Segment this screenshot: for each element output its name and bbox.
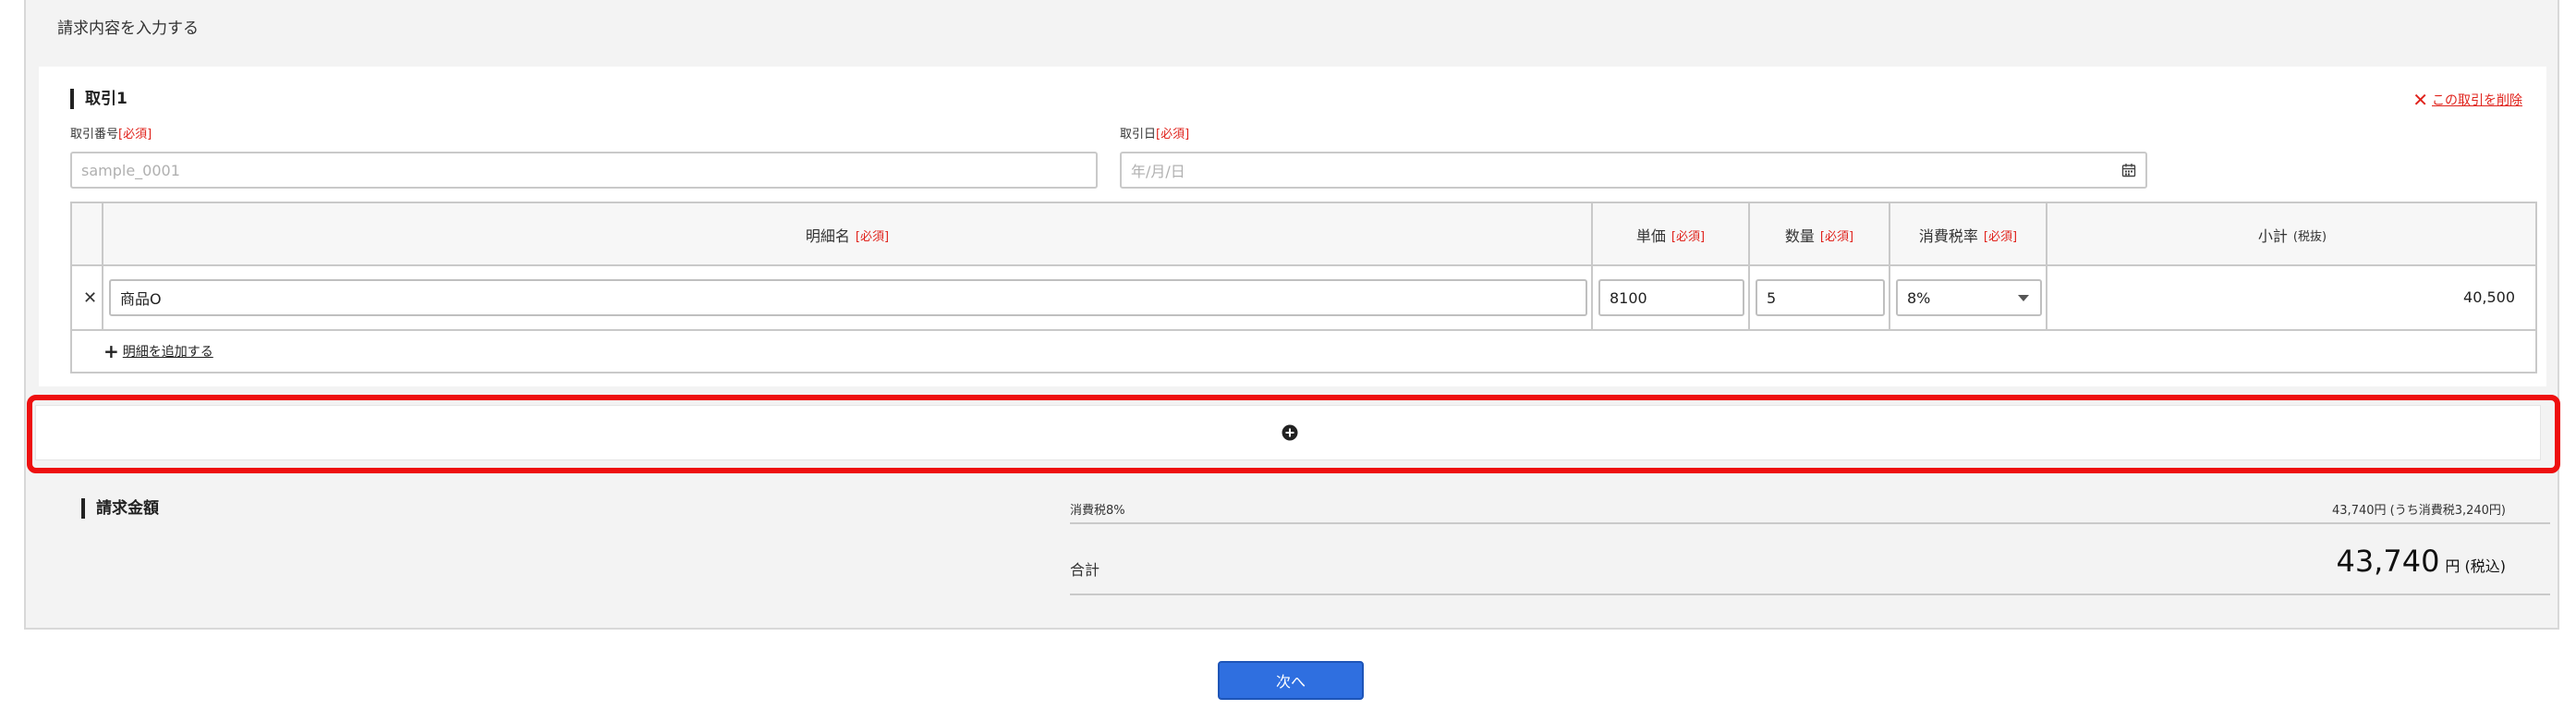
next-button[interactable]: 次へ xyxy=(1218,661,1364,700)
close-icon: ✕ xyxy=(2412,89,2428,111)
tax-value: 43,740円 (うち消費税3,240円) xyxy=(2332,504,2506,518)
header-quantity-text: 数量 xyxy=(1784,227,1815,245)
plus-circle-icon xyxy=(1282,424,1298,441)
header-subtotal-text: 小計 xyxy=(2257,227,2288,245)
header-quantity: 数量 [必須] xyxy=(1750,203,1889,266)
add-line-item-label: 明細を追加する xyxy=(122,345,213,360)
header-item-name: 明細名 [必須] xyxy=(103,203,1591,266)
required-badge: [必須] xyxy=(1671,229,1706,244)
total-unit: 円 (税込) xyxy=(2445,557,2506,575)
required-badge: [必須] xyxy=(1983,229,2018,244)
add-transaction-button[interactable] xyxy=(35,405,2541,460)
header-tax-rate: 消費税率 [必須] xyxy=(1890,203,2046,266)
header-subtotal-note: (税抜) xyxy=(2292,229,2327,244)
chevron-down-icon xyxy=(2018,295,2029,301)
required-badge: [必須] xyxy=(855,229,890,244)
divider xyxy=(1070,594,2550,595)
invoice-form-panel: 請求内容を入力する 取引1 ✕ この取引を削除 取引番号[必須] sample_… xyxy=(24,0,2559,630)
transaction-title: 取引1 xyxy=(70,89,128,109)
line-items-table: 明細名 [必須] 単価 [必須] 数量 [必須] 消費税率 [必須] 小計 (税抜) ✕ … xyxy=(70,202,2537,373)
transaction-date-label-text: 取引日 xyxy=(1120,128,1157,141)
unit-price-input[interactable]: 8100 xyxy=(1598,279,1744,316)
transaction-number-placeholder: sample_0001 xyxy=(81,161,180,179)
tax-label: 消費税8% xyxy=(1070,504,1125,518)
tax-rate-select[interactable]: 8% xyxy=(1896,279,2042,316)
required-badge: [必須] xyxy=(1156,128,1190,141)
header-item-name-text: 明細名 xyxy=(805,227,850,245)
tax-rate-value: 8% xyxy=(1907,288,1931,307)
total-value: 43,740 xyxy=(2336,544,2440,579)
add-line-item-link[interactable]: + 明細を追加する xyxy=(103,342,213,361)
header-tax-rate-text: 消費税率 xyxy=(1918,227,1978,245)
row-subtotal: 40,500 xyxy=(2463,288,2515,306)
transaction-number-label-text: 取引番号 xyxy=(70,128,119,141)
header-subtotal: 小計 (税抜) xyxy=(2047,203,2537,266)
transaction-date-label: 取引日[必須] xyxy=(1120,124,1189,141)
section-header: 請求内容を入力する xyxy=(26,0,2558,55)
section-title: 請求内容を入力する xyxy=(57,19,199,38)
delete-transaction-link[interactable]: ✕ この取引を削除 xyxy=(2412,91,2522,109)
transaction-number-label: 取引番号[必須] xyxy=(70,124,152,141)
transaction-card: 取引1 ✕ この取引を削除 取引番号[必須] sample_0001 取引日[必… xyxy=(39,67,2546,386)
header-unit-price-text: 単価 xyxy=(1635,227,1666,245)
total-label: 合計 xyxy=(1070,561,1100,579)
transaction-date-input[interactable]: 年/月/日 xyxy=(1120,152,2147,189)
billing-title: 請求金額 xyxy=(81,498,159,519)
transaction-date-placeholder: 年/月/日 xyxy=(1131,163,1185,180)
quantity-input[interactable]: 5 xyxy=(1756,279,1885,316)
header-unit-price: 単価 [必須] xyxy=(1593,203,1748,266)
remove-row-icon[interactable]: ✕ xyxy=(83,288,97,308)
divider xyxy=(1070,522,2550,524)
required-badge: [必須] xyxy=(118,128,152,141)
required-badge: [必須] xyxy=(1819,229,1854,244)
delete-transaction-label: この取引を削除 xyxy=(2432,93,2522,108)
calendar-icon[interactable] xyxy=(2121,163,2136,178)
transaction-number-input[interactable]: sample_0001 xyxy=(70,152,1098,189)
total-amount: 43,740 円 (税込) xyxy=(2336,544,2506,579)
item-name-input[interactable]: 商品O xyxy=(109,279,1587,316)
plus-icon: + xyxy=(103,340,119,362)
